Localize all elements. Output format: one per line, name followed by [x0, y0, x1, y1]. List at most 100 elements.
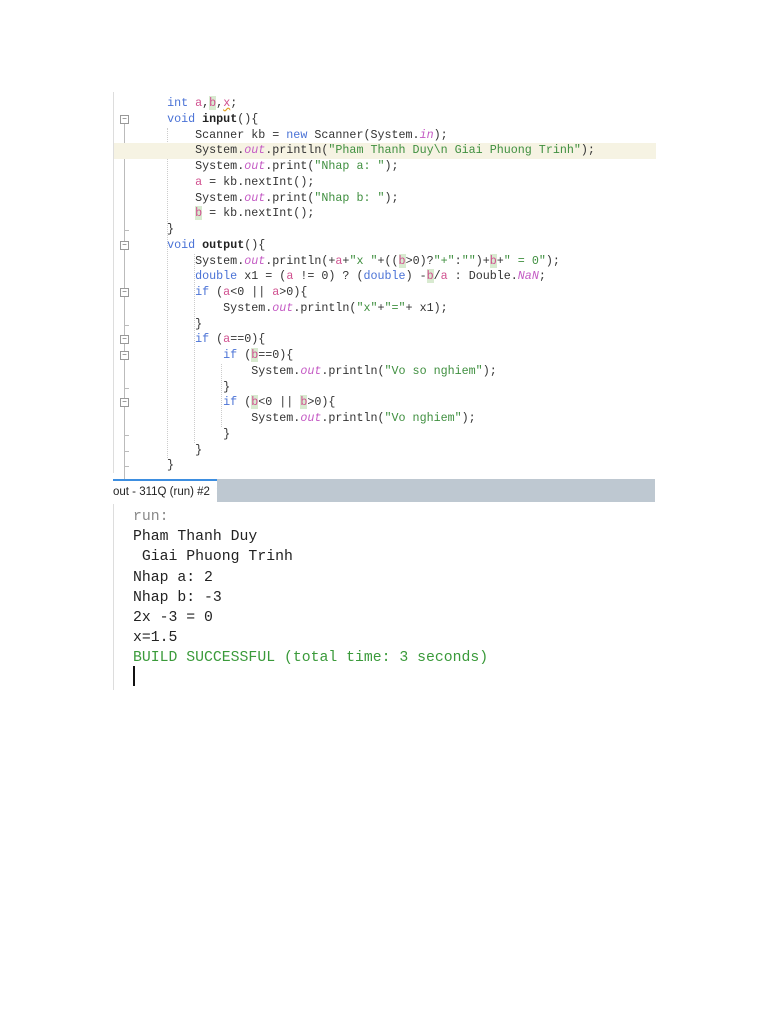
code-token: if — [195, 285, 210, 299]
code-token: >0)? — [405, 253, 434, 268]
output-console[interactable]: run: Pham Thanh Duy Giai Phuong Trinh Nhap… — [113, 504, 656, 690]
fold-line — [124, 123, 125, 486]
code-token: + — [377, 300, 385, 315]
code-line[interactable]: Scanner kb = new Scanner(System.in); — [139, 128, 656, 144]
code-token: ( — [209, 285, 224, 299]
code-token: != 0) ? ( — [293, 269, 364, 284]
fold-toggle-icon[interactable]: − — [120, 351, 129, 360]
code-token: "Vo so nghiem" — [384, 363, 483, 378]
code-token: .println( — [321, 411, 385, 425]
code-token: >0){ — [307, 395, 336, 410]
code-token: a — [440, 269, 448, 284]
code-token: .print( — [265, 159, 315, 173]
code-line[interactable]: if (a<0 || a>0){ — [139, 285, 656, 301]
code-lines[interactable]: int a,b,x; void input(){ Scanner kb = ne… — [114, 96, 656, 474]
fold-toggle-icon[interactable]: − — [120, 240, 129, 250]
fold-end-marker — [124, 387, 129, 389]
code-token: out — [244, 159, 266, 173]
code-token: ); — [580, 143, 595, 158]
fold-end-marker — [124, 230, 129, 231]
code-line[interactable]: if (a==0){ — [139, 332, 656, 348]
code-token: ==0){ — [230, 332, 266, 347]
code-line[interactable]: System.out.println("Vo so nghiem"); — [139, 364, 656, 380]
close-icon[interactable]: × — [216, 484, 217, 498]
code-token: " = 0" — [503, 253, 546, 268]
code-token: ) - — [405, 269, 427, 284]
code-token: System. — [139, 143, 245, 158]
code-token: .print( — [265, 190, 315, 205]
code-token: "+" — [433, 253, 455, 268]
code-token: <0 || — [258, 395, 301, 410]
code-token: if — [195, 332, 210, 347]
code-token: b — [426, 269, 434, 284]
code-token: new — [286, 127, 308, 142]
fold-toggle-icon[interactable]: − — [120, 335, 129, 345]
code-token: "=" — [384, 300, 406, 315]
code-token: "Nhap a: " — [314, 159, 385, 173]
code-token: "" — [461, 253, 476, 268]
code-line[interactable]: void output(){ — [139, 238, 656, 254]
code-line[interactable]: System.out.print("Nhap b: "); — [139, 191, 656, 207]
code-token: } — [139, 458, 175, 473]
code-token: System. — [139, 159, 245, 173]
code-token: b — [398, 253, 406, 268]
code-token: } — [139, 442, 203, 457]
code-token: = kb.nextInt(); — [202, 174, 315, 189]
code-line[interactable]: if (b==0){ — [139, 348, 656, 364]
code-token: b — [489, 253, 497, 268]
code-line[interactable]: void input(){ — [139, 112, 656, 128]
code-token: output — [202, 237, 245, 252]
output-tab[interactable]: out - 311Q (run) #2 × — [113, 479, 217, 502]
code-token: ; — [230, 96, 238, 110]
code-token: System. — [139, 411, 301, 425]
code-token: ==0){ — [258, 348, 294, 362]
code-token: ); — [433, 127, 448, 142]
code-token: out — [300, 363, 322, 378]
output-line: Nhap a: 2 — [133, 569, 213, 586]
code-line[interactable]: } — [139, 317, 656, 333]
code-token: >0){ — [279, 285, 308, 299]
code-line[interactable]: System.out.println("Vo nghiem"); — [139, 411, 656, 427]
code-line[interactable]: } — [139, 427, 656, 443]
code-line[interactable]: System.out.print("Nhap a: "); — [139, 159, 656, 175]
code-token: )+ — [475, 253, 490, 268]
code-token: ); — [384, 159, 399, 173]
code-line[interactable]: } — [139, 222, 656, 238]
code-token: .println( — [321, 363, 385, 378]
code-token: void — [167, 111, 196, 126]
code-token: NaN — [517, 269, 539, 284]
code-token: int — [167, 96, 189, 110]
code-token: <0 || — [230, 285, 273, 299]
code-token: out — [272, 300, 294, 315]
output-line: Pham Thanh Duy — [133, 529, 258, 546]
output-line: run: — [133, 509, 169, 525]
code-line[interactable]: int a,b,x; — [139, 96, 656, 112]
code-token: "x " — [349, 253, 378, 268]
code-line[interactable]: } — [139, 380, 656, 396]
output-line: 2x -3 = 0 — [133, 610, 213, 626]
code-line[interactable]: a = kb.nextInt(); — [139, 175, 656, 191]
code-line[interactable]: } — [139, 458, 656, 474]
output-tab-bar: out - 311Q (run) #2 × — [113, 479, 655, 502]
code-token: out — [244, 143, 266, 158]
code-token: } — [139, 316, 203, 331]
fold-toggle-icon[interactable]: − — [120, 288, 129, 297]
code-line[interactable]: System.out.println("Pham Thanh Duy\n Gia… — [114, 143, 656, 159]
code-editor[interactable]: − − − − − − int a,b,x; void input(){ Scanner … — [113, 92, 656, 486]
code-line[interactable]: b = kb.nextInt(); — [139, 206, 656, 222]
output-line: BUILD SUCCESSFUL (total time: 3 seconds) — [133, 650, 489, 667]
code-line[interactable]: System.out.println(+a+"x "+((b>0)?"+":""… — [139, 253, 656, 270]
code-line[interactable]: System.out.println("x"+"="+ x1); — [139, 301, 656, 317]
code-token: "Pham Thanh Duy\n Giai Phuong Trinh" — [328, 143, 581, 158]
code-line[interactable]: double x1 = (a != 0) ? (double) -b/a : D… — [139, 269, 656, 285]
code-token: ; — [538, 269, 546, 284]
code-line[interactable]: } — [139, 443, 656, 459]
fold-toggle-icon[interactable]: − — [120, 398, 129, 408]
code-line[interactable]: if (b<0 || b>0){ — [139, 395, 656, 411]
code-token: : Double. — [447, 269, 518, 284]
fold-toggle-icon[interactable]: − — [120, 114, 129, 124]
code-token: in — [419, 127, 434, 142]
